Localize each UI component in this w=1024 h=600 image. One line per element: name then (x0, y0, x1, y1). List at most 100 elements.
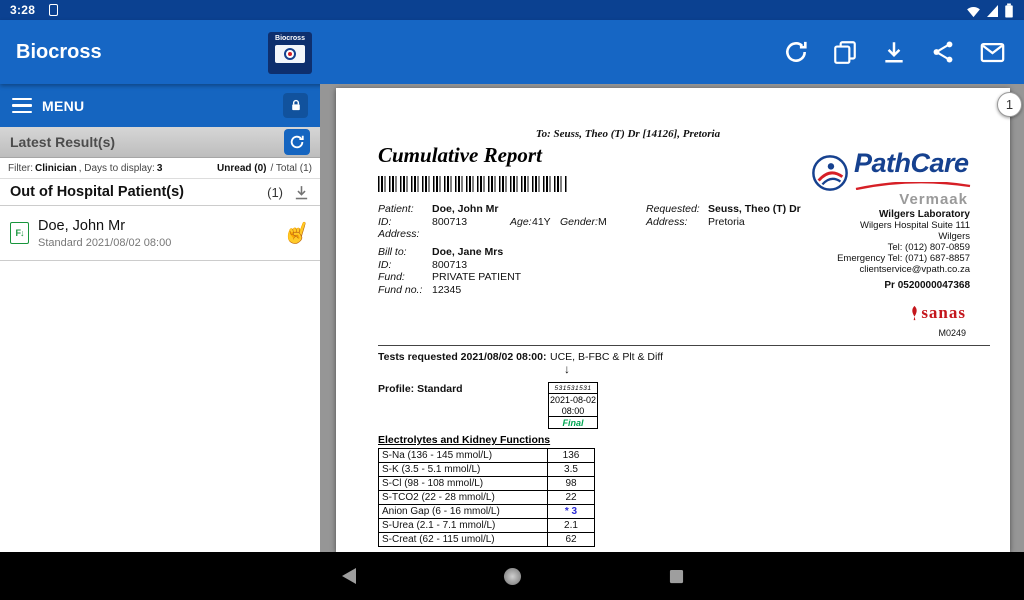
recents-button[interactable] (652, 552, 700, 600)
practice-number: Pr 0520000047368 (884, 280, 970, 291)
sanas-logo: sanas M0249 (910, 303, 966, 338)
gender-value: M (598, 216, 607, 228)
fund-no-label: Fund no.: (378, 284, 422, 296)
tests-requested-label: Tests requested 2021/08/02 08:00: (378, 351, 547, 363)
result-test-name: S-K (3.5 - 5.1 mmol/L) (379, 463, 548, 477)
latest-results-label: Latest Result(s) (10, 134, 115, 150)
lab-address-line: Emergency Tel: (071) 687-8857 (837, 253, 970, 264)
section-count: (1) (267, 185, 283, 200)
lab-address-line: Wilgers (837, 231, 970, 242)
req-address-value: Pretoria (708, 216, 745, 228)
email-button[interactable] (978, 38, 1006, 66)
hamburger-menu-icon[interactable] (12, 98, 32, 114)
bill-to-label: Bill to: (378, 246, 407, 258)
android-nav-bar (0, 552, 1024, 600)
result-test-name: S-Urea (2.1 - 7.1 mmol/L) (379, 519, 548, 533)
notification-icon (49, 4, 58, 16)
requested-value: Seuss, Theo (T) Dr (708, 203, 801, 215)
patient-name-value: Doe, John Mr (432, 203, 499, 215)
unread-count: Unread (0) (217, 163, 266, 174)
section-download-button[interactable] (293, 184, 310, 201)
back-button[interactable] (325, 552, 373, 600)
result-value: 62 (548, 533, 595, 547)
patient-list-item[interactable]: F↓ Doe, John Mr Standard 2021/08/02 08:0… (0, 206, 320, 261)
sidebar: MENU Latest Result(s) Filter: Clinician … (0, 84, 320, 552)
pathcare-region-label: Vermaak (899, 191, 968, 208)
clock: 3:28 (10, 3, 35, 17)
biocross-logo-emblem (284, 48, 296, 60)
sanas-accreditation-code: M0249 (910, 328, 966, 338)
results-rows: S-Na (136 - 145 mmol/L) 136 S-K (3.5 - 5… (379, 449, 595, 547)
home-button[interactable] (488, 552, 536, 600)
result-row: S-K (3.5 - 5.1 mmol/L) 3.5 (379, 463, 595, 477)
result-value: 3.5 (548, 463, 595, 477)
filter-label: Filter: (8, 163, 33, 174)
app-bar: Biocross Biocross (0, 20, 1024, 84)
page-number-indicator: 1 (997, 92, 1022, 117)
report-addressee: To: Seuss, Theo (T) Dr [14126], Pretoria (378, 128, 878, 140)
filter-days-value: 3 (157, 163, 163, 174)
lab-address-line: clientservice@vpath.co.za (837, 264, 970, 275)
filter-clinician-value: Clinician (35, 163, 77, 174)
share-button[interactable] (929, 38, 957, 66)
biocross-logo-badge (275, 45, 305, 63)
download-icon (293, 184, 310, 201)
filter-days-label: , Days to display: (79, 163, 155, 174)
refresh-icon (289, 134, 305, 150)
result-row: S-Na (136 - 145 mmol/L) 136 (379, 449, 595, 463)
age-value: 41Y (532, 216, 551, 228)
bill-id-label: ID: (378, 259, 391, 271)
patient-label: Patient: (378, 203, 414, 215)
result-file-icon: F↓ (10, 222, 29, 244)
app-bar-actions (782, 38, 1008, 66)
total-count: / Total (1) (271, 163, 313, 174)
result-row: S-TCO2 (22 - 28 mmol/L) 22 (379, 491, 595, 505)
bill-to-value: Doe, Jane Mrs (432, 246, 503, 258)
result-date: 2021-08-02 (549, 395, 597, 406)
profile-label: Profile: Standard (378, 383, 463, 395)
sanas-wordmark: sanas (921, 303, 966, 323)
menu-label[interactable]: MENU (42, 98, 84, 114)
result-value: 98 (548, 477, 595, 491)
recents-icon (669, 569, 684, 584)
latest-results-header: Latest Result(s) (0, 127, 320, 158)
refresh-button[interactable] (782, 38, 810, 66)
gender-label: Gender: (560, 216, 598, 228)
barcode (378, 176, 568, 192)
lab-address-line: Wilgers Hospital Suite 111 (837, 220, 970, 231)
result-value: 2.1 (548, 519, 595, 533)
lock-button[interactable] (283, 93, 308, 118)
download-button[interactable] (880, 38, 908, 66)
wifi-icon (966, 4, 981, 18)
battery-icon (1004, 3, 1014, 18)
pathcare-wordmark: PathCare (854, 150, 972, 177)
result-row: Anion Gap (6 - 16 mmol/L) * 3 (379, 505, 595, 519)
header-divider (378, 345, 990, 346)
pathcare-emblem-icon (811, 154, 849, 192)
fund-label: Fund: (378, 271, 405, 283)
filter-row[interactable]: Filter: Clinician , Days to display: 3 U… (0, 158, 320, 179)
copy-pages-button[interactable] (831, 38, 859, 66)
id-value: 800713 (432, 216, 467, 228)
lab-address-block: Wilgers LaboratoryWilgers Hospital Suite… (837, 209, 970, 275)
result-row: S-Urea (2.1 - 7.1 mmol/L) 2.1 (379, 519, 595, 533)
result-test-name: S-TCO2 (22 - 28 mmol/L) (379, 491, 548, 505)
section-title: Out of Hospital Patient(s) (10, 184, 184, 200)
requested-label: Requested: (646, 203, 700, 215)
pathcare-swoosh (854, 182, 972, 190)
status-icons (966, 3, 1014, 18)
result-datetime: 2021-08-02 08:00 (548, 393, 598, 417)
refresh-results-button[interactable] (284, 129, 310, 155)
result-test-name: S-Cl (98 - 108 mmol/L) (379, 477, 548, 491)
hand-pointer-icon: ☝ (280, 218, 313, 247)
out-of-hospital-section[interactable]: Out of Hospital Patient(s) (1) (0, 179, 320, 206)
home-icon (503, 567, 522, 586)
menu-bar: MENU (0, 84, 320, 127)
app-screen: 3:28 Biocross Biocross (0, 0, 1024, 600)
status-bar: 3:28 (0, 0, 1024, 20)
back-icon (341, 567, 357, 585)
result-test-name: S-Creat (62 - 115 umol/L) (379, 533, 548, 547)
lab-address-line: Wilgers Laboratory (837, 209, 970, 220)
document-viewer[interactable]: 1 To: Seuss, Theo (T) Dr [14126], Pretor… (320, 84, 1024, 552)
result-row: S-Creat (62 - 115 umol/L) 62 (379, 533, 595, 547)
